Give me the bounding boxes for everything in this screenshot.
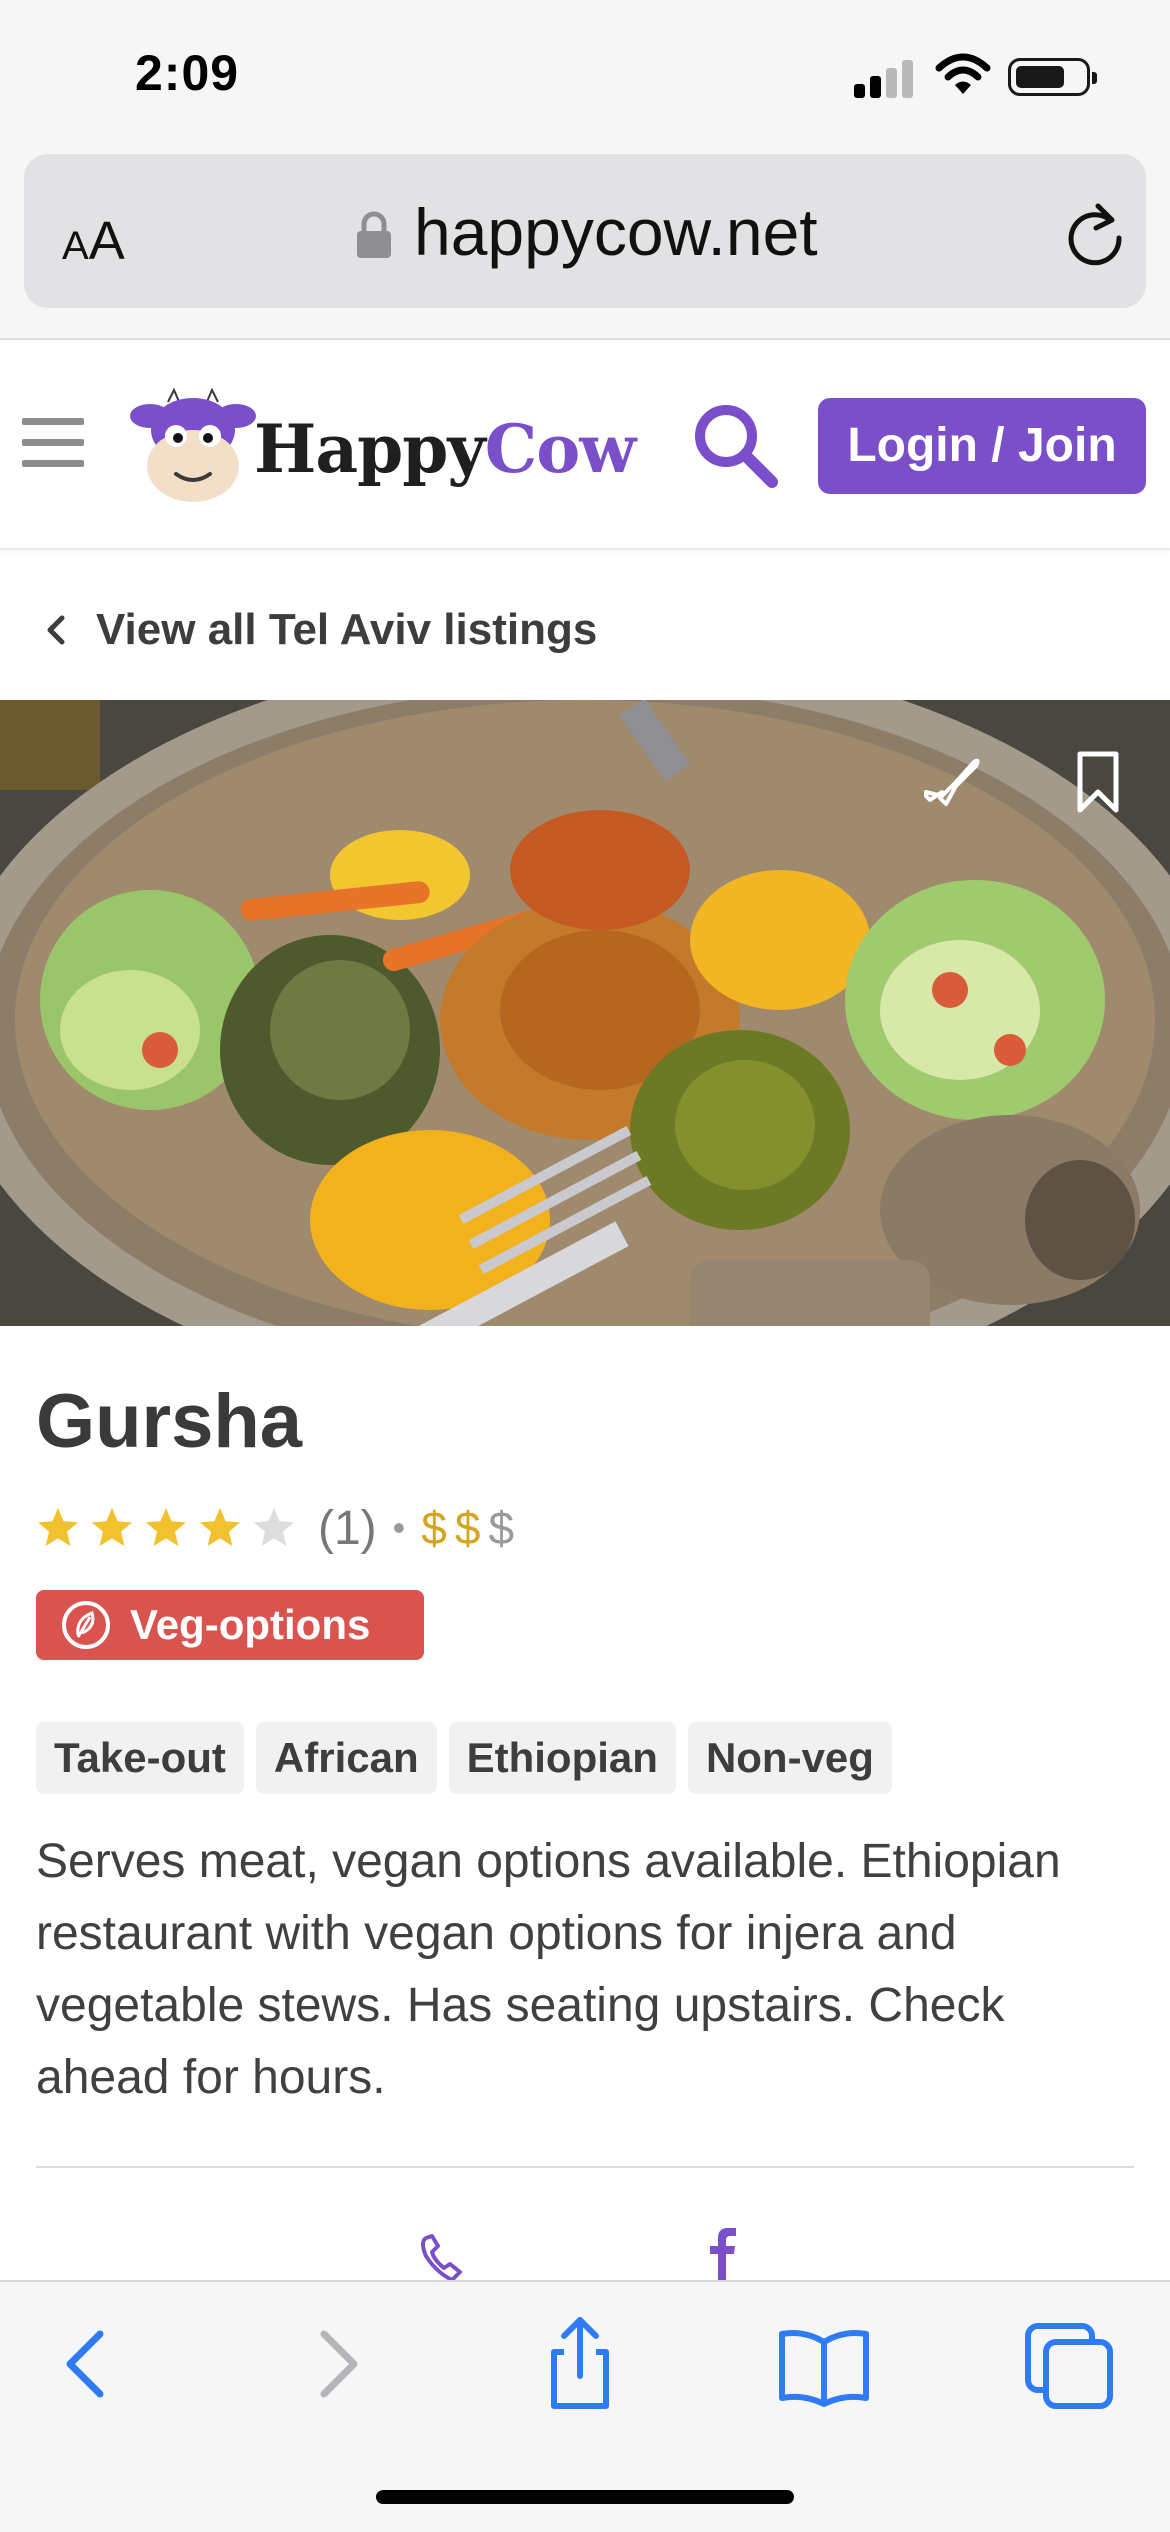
- star-icon: [254, 1508, 294, 1546]
- veg-options-label: Veg-options: [130, 1601, 371, 1648]
- address-bar[interactable]: AA happycow.net: [24, 154, 1146, 308]
- review-count[interactable]: (1): [318, 1501, 377, 1556]
- rating-row: (1) • $ $ $: [36, 1498, 522, 1558]
- lock-icon: [357, 211, 391, 258]
- wifi-icon: [935, 53, 991, 94]
- share-icon[interactable]: [530, 2312, 630, 2412]
- reload-icon[interactable]: [1064, 200, 1126, 266]
- text-size-button[interactable]: AA: [62, 210, 125, 272]
- search-icon[interactable]: [690, 400, 780, 490]
- browser-url-area: AA happycow.net: [0, 150, 1170, 340]
- facebook-icon[interactable]: [700, 2226, 744, 2280]
- tag-chip: Non-veg: [687, 1722, 892, 1794]
- bookmark-icon[interactable]: [1074, 750, 1122, 814]
- plane-icon[interactable]: [918, 752, 984, 818]
- price-symbol: $: [454, 1502, 481, 1554]
- price-level: $ $ $: [421, 1501, 522, 1555]
- home-indicator[interactable]: [376, 2490, 794, 2504]
- site-header: HappyCow Login / Join: [0, 340, 1170, 550]
- price-symbol: $: [488, 1502, 515, 1554]
- back-icon[interactable]: [36, 2312, 136, 2412]
- url-text[interactable]: happycow.net: [414, 194, 818, 270]
- status-bar: 2:09: [0, 0, 1170, 150]
- login-join-button[interactable]: Login / Join: [818, 398, 1146, 494]
- separator-dot: •: [392, 1507, 406, 1548]
- forward-icon[interactable]: [288, 2312, 388, 2412]
- star-icon: [92, 1508, 132, 1546]
- happycow-logo[interactable]: HappyCow: [128, 388, 636, 508]
- breadcrumb[interactable]: View all Tel Aviv listings: [40, 600, 597, 660]
- leaf-icon: [62, 1601, 110, 1649]
- veg-options-badge: Veg-options: [36, 1590, 424, 1660]
- phone-icon[interactable]: [416, 2232, 476, 2280]
- tag-list: Take-out African Ethiopian Non-veg: [36, 1722, 904, 1794]
- breadcrumb-label[interactable]: View all Tel Aviv listings: [96, 605, 597, 655]
- signal-icon: [854, 58, 916, 98]
- food-photo: [0, 700, 1170, 1326]
- listing-photo[interactable]: [0, 700, 1170, 1326]
- tag-chip: African: [255, 1722, 437, 1794]
- price-symbol: $: [421, 1502, 447, 1554]
- divider: [36, 2166, 1134, 2168]
- logo-wordmark: HappyCow: [254, 410, 636, 488]
- tabs-icon[interactable]: [1020, 2312, 1120, 2412]
- status-time: 2:09: [135, 45, 240, 101]
- star-rating: [36, 1506, 306, 1550]
- chevron-left-icon: [47, 615, 65, 645]
- bookmarks-icon[interactable]: [774, 2312, 874, 2412]
- star-icon: [146, 1508, 186, 1546]
- battery-icon: [1008, 58, 1097, 96]
- cow-logo-icon: [130, 388, 256, 502]
- star-icon: [200, 1508, 240, 1546]
- star-icon: [38, 1508, 78, 1546]
- menu-icon[interactable]: [22, 418, 84, 472]
- listing-description: Serves meat, vegan options available. Et…: [36, 1835, 1061, 2104]
- listing-title: Gursha: [36, 1379, 303, 1464]
- tag-chip: Ethiopian: [448, 1722, 676, 1794]
- tag-chip: Take-out: [36, 1722, 244, 1794]
